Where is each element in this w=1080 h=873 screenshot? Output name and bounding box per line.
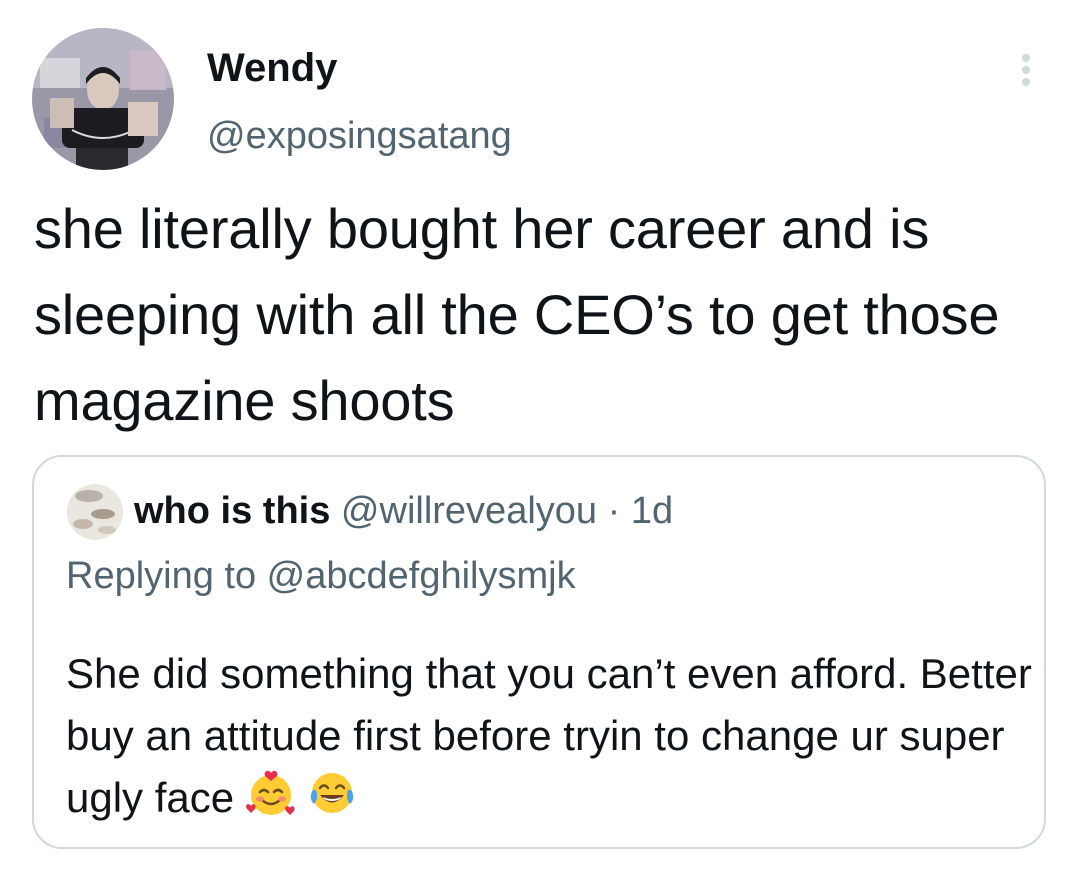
more-icon — [1022, 54, 1030, 86]
quoted-author-display-name[interactable]: who is this — [134, 490, 330, 532]
quoted-tweet-text: She did something that you can’t even af… — [66, 650, 1032, 821]
more-options-button[interactable] — [1006, 48, 1046, 92]
author-avatar[interactable] — [32, 28, 174, 170]
quoted-author-avatar[interactable] — [67, 484, 123, 540]
smiling-face-with-hearts-icon — [245, 768, 296, 818]
quoted-tweet-text-block: She did something that you can’t even af… — [66, 643, 1036, 829]
author-display-name[interactable]: Wendy — [207, 44, 337, 92]
separator-dot: · — [607, 490, 621, 532]
quoted-author-handle[interactable]: @willrevealyou — [341, 490, 597, 532]
quoted-tweet-card[interactable]: who is this @willrevealyou · 1d Replying… — [32, 455, 1046, 849]
author-handle[interactable]: @exposingsatang — [207, 113, 512, 159]
quoted-tweet-header: who is this @willrevealyou · 1d — [134, 487, 673, 535]
replying-to-label: Replying to @abcdefghilysmjk — [66, 555, 576, 597]
face-with-tears-of-joy-icon — [307, 768, 357, 818]
quoted-tweet-timestamp[interactable]: 1d — [631, 490, 673, 532]
tweet-text: she literally bought her career and is s… — [34, 197, 1000, 432]
